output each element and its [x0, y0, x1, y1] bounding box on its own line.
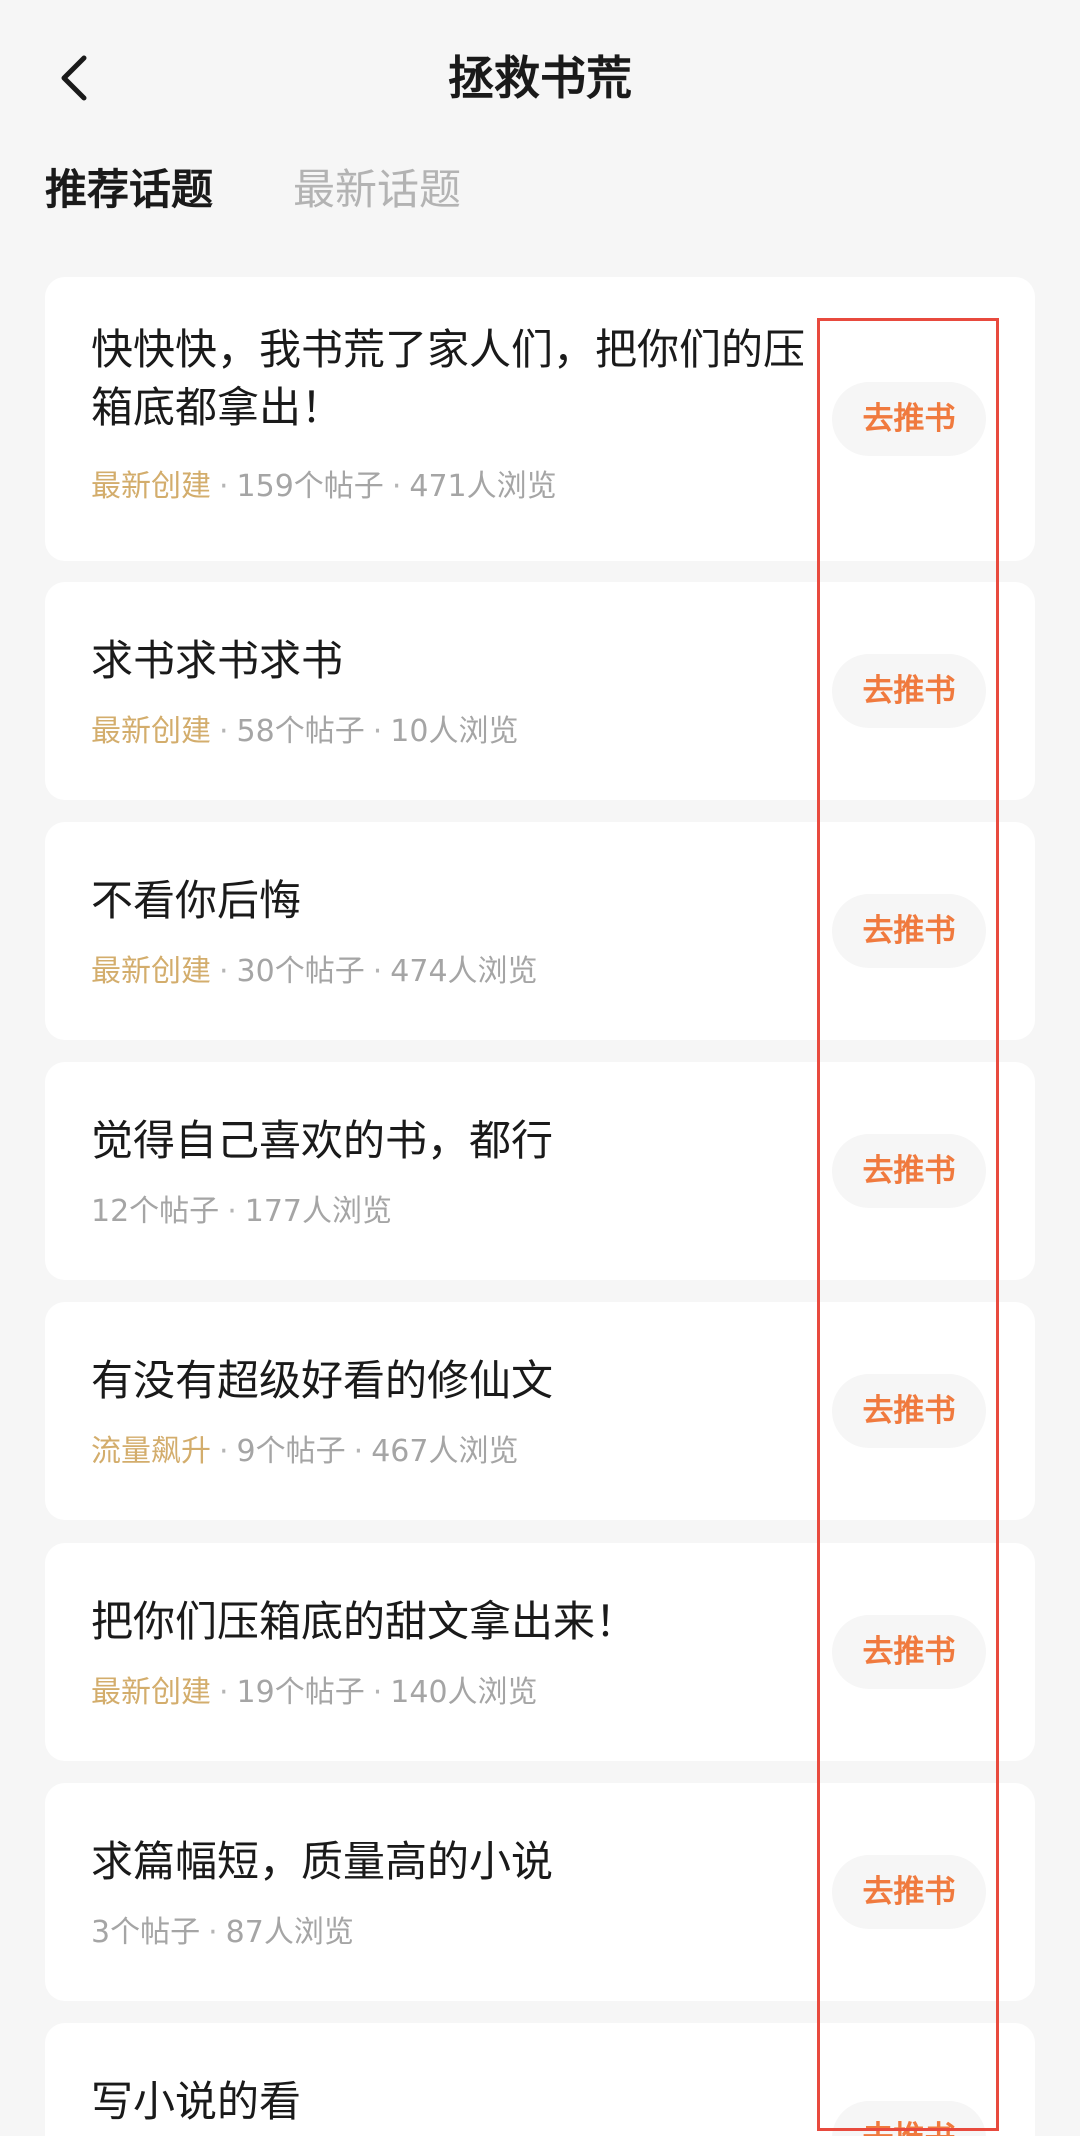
- separator-dot: ·: [372, 954, 383, 989]
- separator-dot: ·: [353, 1434, 364, 1469]
- topic-meta: 最新创建 · 30个帖子 · 474人浏览: [91, 952, 538, 992]
- topic-title: 有没有超级好看的修仙文: [91, 1356, 554, 1405]
- post-count: 12个帖子: [91, 1194, 220, 1229]
- tab-recommended[interactable]: 推荐话题: [45, 160, 213, 220]
- separator-dot: ·: [372, 714, 383, 749]
- post-count: 19个帖子: [236, 1675, 365, 1710]
- topic-meta: 最新创建 · 19个帖子 · 140人浏览: [91, 1673, 538, 1713]
- topic-title: 觉得自己喜欢的书，都行: [91, 1116, 554, 1165]
- recommend-book-button[interactable]: 去推书: [832, 382, 986, 456]
- separator-dot: ·: [219, 714, 229, 749]
- topic-title: 不看你后悔: [91, 876, 302, 925]
- topic-card[interactable]: 把你们压箱底的甜文拿出来！ 最新创建 · 19个帖子 · 140人浏览 去推书: [45, 1543, 1035, 1761]
- view-count: 10人浏览: [390, 714, 519, 749]
- recommend-book-button[interactable]: 去推书: [832, 2101, 986, 2136]
- topic-meta: 12个帖子 · 177人浏览: [91, 1192, 392, 1232]
- topic-card[interactable]: 快快快，我书荒了家人们，把你们的压箱底都拿出！ 最新创建 · 159个帖子 · 471人…: [45, 277, 1035, 561]
- separator-dot: ·: [219, 1675, 229, 1710]
- separator-dot: ·: [208, 1915, 218, 1950]
- post-count: 159个帖子: [236, 469, 384, 504]
- topic-meta: 3个帖子 · 87人浏览: [91, 1913, 354, 1953]
- topic-title: 把你们压箱底的甜文拿出来！: [91, 1597, 638, 1646]
- topic-meta: 最新创建 · 58个帖子 · 10人浏览: [91, 712, 518, 752]
- topic-tag: 最新创建: [91, 954, 211, 989]
- separator-dot: ·: [219, 1434, 229, 1469]
- separator-dot: ·: [391, 469, 402, 504]
- topic-tag: 最新创建: [91, 1675, 211, 1710]
- topic-tag: 最新创建: [91, 714, 211, 749]
- view-count: 471人浏览: [409, 469, 557, 504]
- separator-dot: ·: [219, 954, 229, 989]
- topic-tag: 最新创建: [91, 469, 211, 504]
- separator-dot: ·: [372, 1675, 383, 1710]
- topic-meta: 最新创建 · 159个帖子 · 471人浏览: [91, 467, 557, 507]
- recommend-book-button[interactable]: 去推书: [832, 1134, 986, 1208]
- topic-title: 求篇幅短，质量高的小说: [91, 1837, 554, 1886]
- view-count: 140人浏览: [390, 1675, 538, 1710]
- recommend-book-button[interactable]: 去推书: [832, 1855, 986, 1929]
- tab-latest[interactable]: 最新话题: [293, 160, 461, 220]
- recommend-book-button[interactable]: 去推书: [832, 1374, 986, 1448]
- topic-card[interactable]: 求书求书求书 最新创建 · 58个帖子 · 10人浏览 去推书: [45, 582, 1035, 800]
- post-count: 3个帖子: [91, 1915, 201, 1950]
- recommend-book-button[interactable]: 去推书: [832, 894, 986, 968]
- topic-card[interactable]: 写小说的看 去推书: [45, 2023, 1035, 2136]
- topic-title: 求书求书求书: [91, 636, 344, 685]
- topic-meta: 流量飙升 · 9个帖子 · 467人浏览: [91, 1432, 518, 1472]
- topic-tag: 流量飙升: [91, 1434, 211, 1469]
- post-count: 9个帖子: [236, 1434, 346, 1469]
- topic-card[interactable]: 有没有超级好看的修仙文 流量飙升 · 9个帖子 · 467人浏览 去推书: [45, 1302, 1035, 1520]
- separator-dot: ·: [219, 469, 229, 504]
- recommend-book-button[interactable]: 去推书: [832, 654, 986, 728]
- view-count: 467人浏览: [371, 1434, 519, 1469]
- recommend-book-button[interactable]: 去推书: [832, 1615, 986, 1689]
- topic-title: 写小说的看: [91, 2077, 302, 2126]
- topic-card[interactable]: 求篇幅短，质量高的小说 3个帖子 · 87人浏览 去推书: [45, 1783, 1035, 2001]
- post-count: 30个帖子: [236, 954, 365, 989]
- page-title: 拯救书荒: [448, 51, 632, 105]
- view-count: 87人浏览: [225, 1915, 354, 1950]
- post-count: 58个帖子: [236, 714, 365, 749]
- topic-card[interactable]: 不看你后悔 最新创建 · 30个帖子 · 474人浏览 去推书: [45, 822, 1035, 1040]
- view-count: 177人浏览: [244, 1194, 392, 1229]
- topic-card[interactable]: 觉得自己喜欢的书，都行 12个帖子 · 177人浏览 去推书: [45, 1062, 1035, 1280]
- separator-dot: ·: [227, 1194, 237, 1229]
- header: 拯救书荒: [0, 0, 1080, 160]
- view-count: 474人浏览: [390, 954, 538, 989]
- topic-title: 快快快，我书荒了家人们，把你们的压箱底都拿出！: [91, 325, 806, 432]
